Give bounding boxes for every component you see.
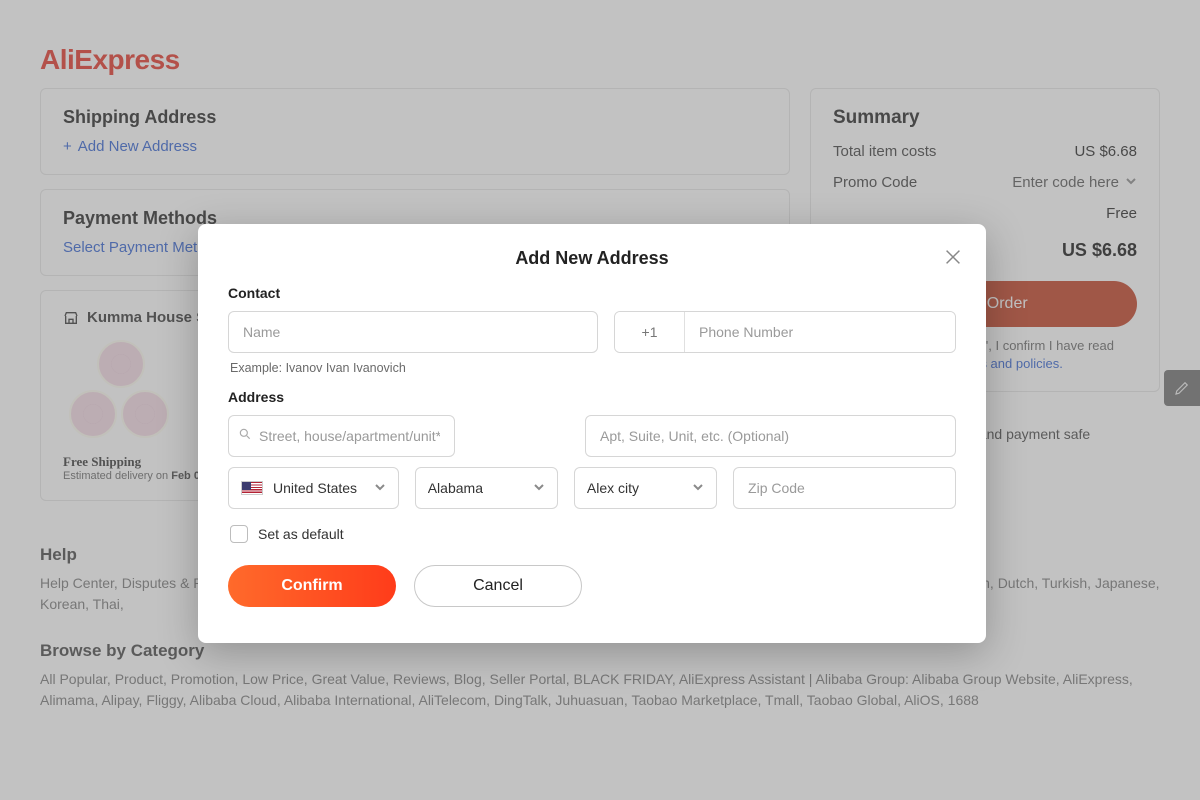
add-address-modal: Add New Address Contact Example: Ivanov … — [198, 224, 986, 643]
apt-input[interactable] — [585, 415, 956, 457]
street-input-wrap — [228, 415, 569, 457]
city-select[interactable]: Alex city — [574, 467, 717, 509]
name-hint: Example: Ivanov Ivan Ivanovich — [230, 361, 956, 375]
search-icon — [238, 427, 252, 446]
address-section-label: Address — [228, 389, 956, 405]
country-value: United States — [273, 480, 357, 496]
country-select[interactable]: United States — [228, 467, 399, 509]
set-default-label: Set as default — [258, 526, 344, 542]
page-root: AliExpress Shipping Address + Add New Ad… — [0, 0, 1200, 800]
set-default-row[interactable]: Set as default — [230, 525, 956, 543]
cancel-button[interactable]: Cancel — [414, 565, 582, 607]
confirm-button[interactable]: Confirm — [228, 565, 396, 607]
chevron-down-icon — [374, 480, 386, 496]
phone-input-group — [614, 311, 956, 353]
phone-number-input[interactable] — [685, 312, 955, 352]
state-value: Alabama — [428, 480, 483, 496]
chevron-down-icon — [692, 480, 704, 496]
city-value: Alex city — [587, 480, 639, 496]
name-input[interactable] — [228, 311, 598, 353]
zip-input[interactable] — [733, 467, 956, 509]
close-button[interactable] — [942, 246, 964, 273]
street-input[interactable] — [228, 415, 455, 457]
phone-code-input[interactable] — [615, 312, 685, 352]
modal-title: Add New Address — [228, 248, 956, 269]
state-select[interactable]: Alabama — [415, 467, 558, 509]
chevron-down-icon — [533, 480, 545, 496]
set-default-checkbox[interactable] — [230, 525, 248, 543]
contact-section-label: Contact — [228, 285, 956, 301]
us-flag-icon — [241, 481, 263, 495]
